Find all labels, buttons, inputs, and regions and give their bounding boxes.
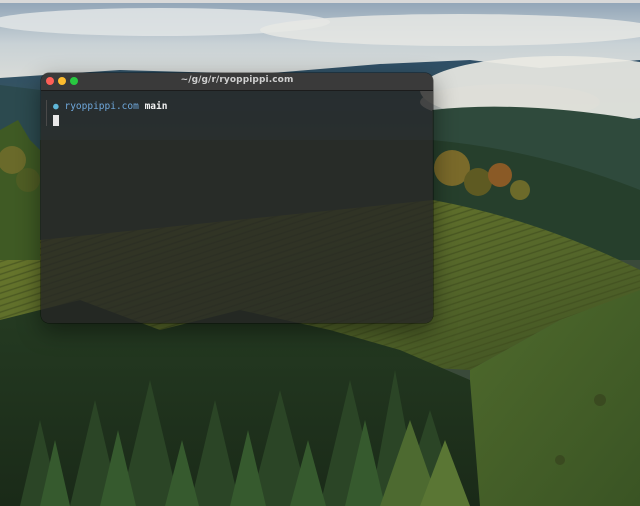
prompt-status-dot-icon: ● bbox=[53, 101, 59, 112]
command-gutter-bar bbox=[46, 100, 47, 126]
window-titlebar[interactable]: ~/g/g/r/ryoppippi.com bbox=[41, 73, 433, 91]
shell-prompt: ● ryoppippi.com main bbox=[53, 101, 167, 113]
menubar-strip bbox=[0, 0, 640, 3]
window-title: ~/g/g/r/ryoppippi.com bbox=[180, 75, 294, 85]
terminal-body[interactable]: ● ryoppippi.com main bbox=[41, 91, 433, 323]
prompt-git-branch: main bbox=[144, 101, 168, 112]
terminal-cursor[interactable] bbox=[53, 115, 59, 126]
prompt-directory: ryoppippi.com bbox=[64, 101, 139, 112]
terminal-window[interactable]: ~/g/g/r/ryoppippi.com ● ryoppippi.com ma… bbox=[41, 73, 433, 323]
